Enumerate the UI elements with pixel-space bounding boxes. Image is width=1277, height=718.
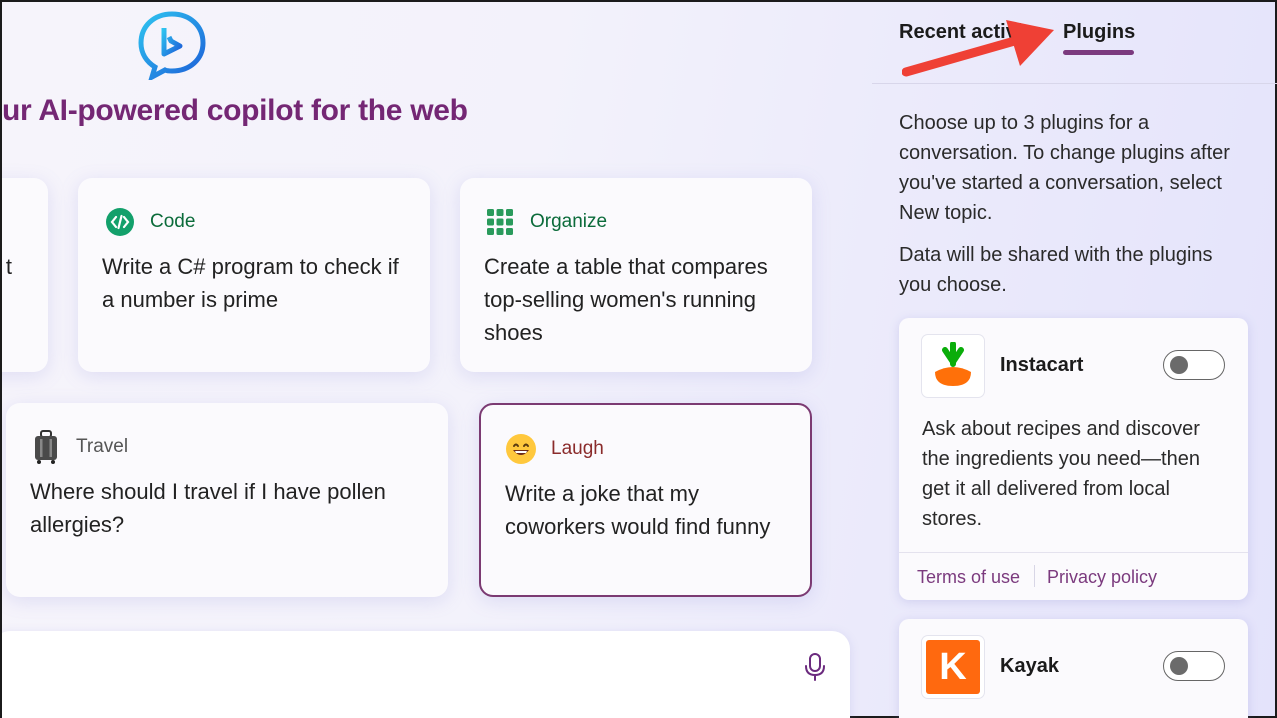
suggestion-card-travel[interactable]: Travel Where should I travel if I have p…	[6, 403, 448, 597]
suggestion-card-code[interactable]: Code Write a C# program to check if a nu…	[78, 178, 430, 372]
toggle-knob	[1170, 657, 1188, 675]
grid-icon	[484, 206, 516, 238]
plugin-card-instacart: Instacart Ask about recipes and discover…	[899, 318, 1248, 600]
card-prompt: Where should I travel if I have pollen a…	[30, 479, 386, 537]
code-icon	[104, 206, 136, 238]
tab-plugins[interactable]: Plugins	[1063, 21, 1135, 44]
card-category: Organize	[530, 211, 608, 232]
microphone-icon[interactable]	[802, 652, 828, 682]
luggage-icon	[30, 430, 62, 464]
plugin-card-kayak: K Kayak	[899, 619, 1248, 718]
card-category: Laugh	[551, 438, 604, 459]
plugins-intro-text: Choose up to 3 plugins for a conversatio…	[899, 112, 1230, 224]
divider	[1034, 565, 1035, 587]
page-headline: ur AI-powered copilot for the web	[2, 94, 468, 127]
right-sidebar: Recent activity Plugins Choose up to 3 p…	[872, 2, 1277, 718]
red-arrow-annotation	[902, 20, 1054, 77]
card-category: Travel	[76, 436, 129, 457]
chat-input-box[interactable]	[2, 631, 850, 718]
instacart-carrot-icon	[922, 335, 984, 397]
partial-card-text: t	[5, 254, 12, 279]
bing-chat-logo	[138, 11, 206, 80]
card-category: Code	[150, 211, 196, 232]
suggestion-card-laugh[interactable]: Laugh Write a joke that my coworkers wou…	[479, 403, 812, 597]
plugin-footer: Terms of use Privacy policy	[899, 552, 1248, 600]
sidebar-tabs: Recent activity Plugins	[872, 2, 1277, 84]
grinning-face-icon	[505, 433, 537, 465]
kayak-toggle[interactable]	[1163, 651, 1225, 681]
card-prompt: Write a C# program to check if a number …	[102, 254, 399, 312]
plugin-description: Ask about recipes and discover the ingre…	[922, 418, 1200, 530]
instacart-toggle[interactable]	[1163, 350, 1225, 380]
toggle-knob	[1170, 356, 1188, 374]
terms-of-use-link[interactable]: Terms of use	[917, 567, 1020, 588]
card-prompt: Create a table that compares top-selling…	[484, 254, 768, 345]
suggestion-card-partial[interactable]: t	[2, 178, 48, 372]
plugin-name: Instacart	[1000, 354, 1084, 376]
privacy-policy-link[interactable]: Privacy policy	[1047, 567, 1157, 588]
chat-area: ur AI-powered copilot for the web t Code…	[2, 2, 872, 718]
active-tab-indicator	[1063, 50, 1134, 55]
plugin-name: Kayak	[1000, 655, 1059, 677]
kayak-k-icon: K	[922, 636, 984, 698]
suggestion-card-organize[interactable]: Organize Create a table that compares to…	[460, 178, 812, 372]
card-prompt: Write a joke that my coworkers would fin…	[505, 481, 771, 539]
plugins-share-note: Data will be shared with the plugins you…	[899, 244, 1213, 296]
